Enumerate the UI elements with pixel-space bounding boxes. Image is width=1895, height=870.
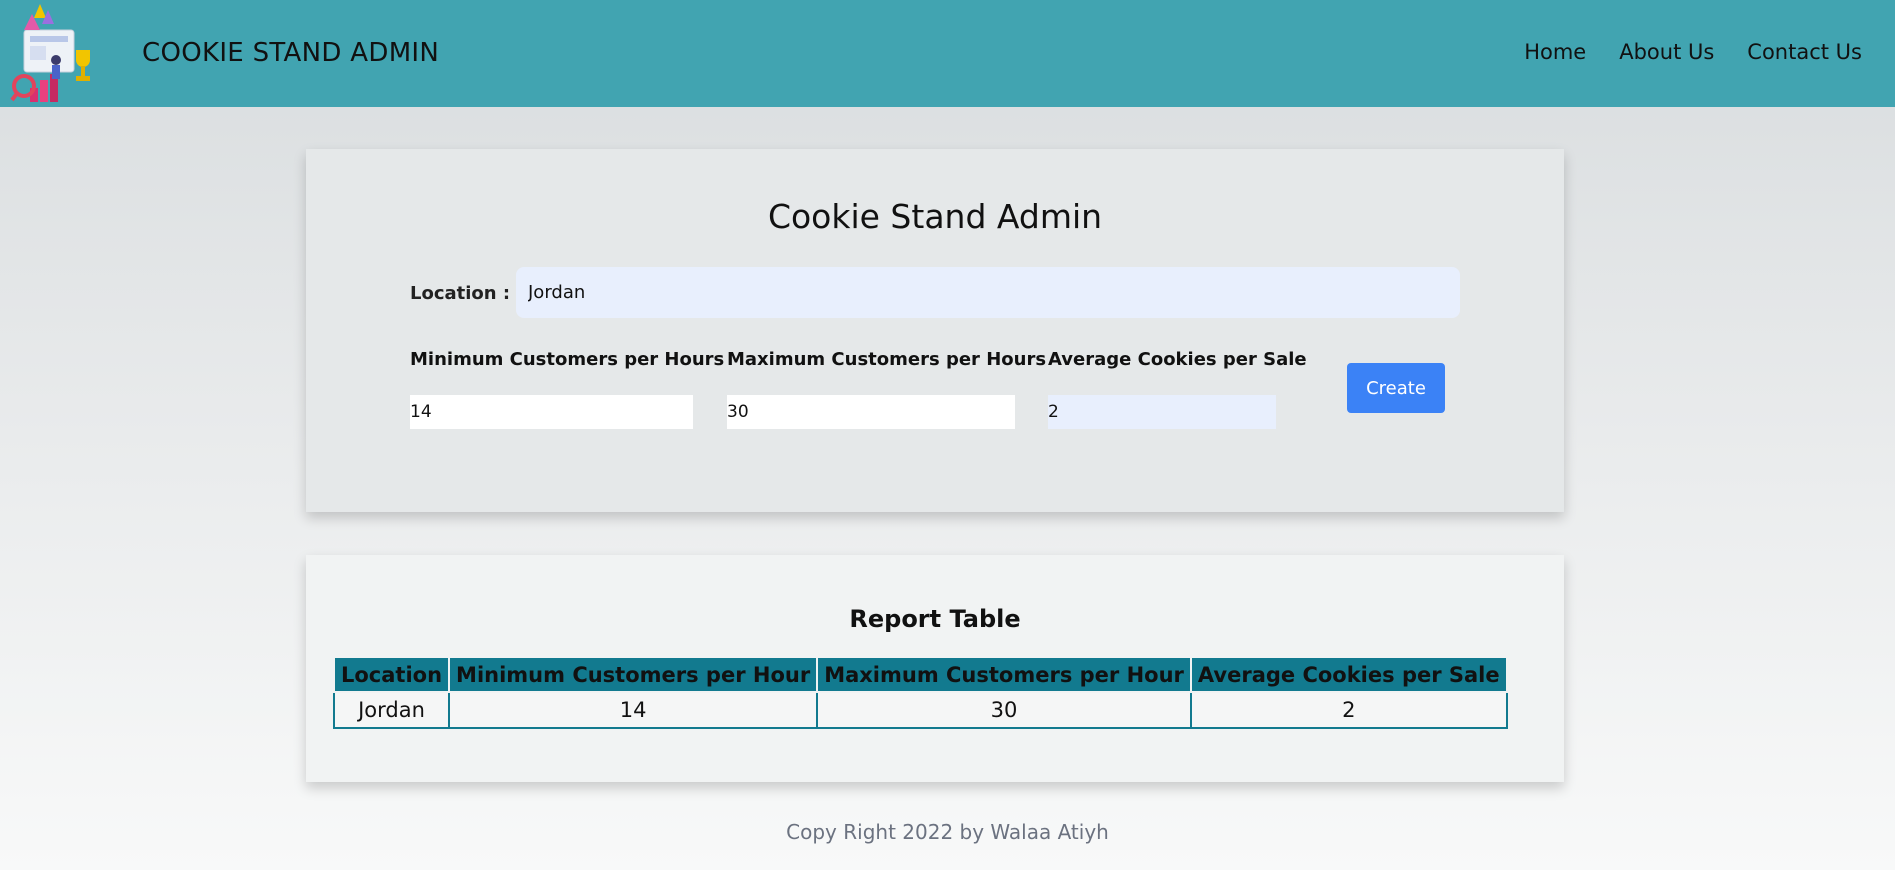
location-input[interactable] (516, 267, 1460, 318)
cell-location: Jordan (332, 691, 451, 729)
report-title: Report Table (849, 605, 1021, 633)
column-header-min-customers: Minimum Customers per Hour (448, 656, 819, 693)
column-header-max-customers: Maximum Customers per Hour (816, 656, 1192, 693)
report-table: Location Minimum Customers per Hour Maxi… (332, 656, 1508, 729)
top-header: COOKIE STAND ADMIN Home About Us Contact… (0, 0, 1895, 107)
report-card: Report Table Location Minimum Customers … (306, 555, 1564, 782)
cell-min-customers: 14 (448, 691, 819, 729)
footer-copyright: Copy Right 2022 by Walaa Atiyh (786, 820, 1109, 844)
avg-cookies-input[interactable] (1048, 395, 1276, 429)
table-header-row: Location Minimum Customers per Hour Maxi… (332, 656, 1508, 693)
column-header-location: Location (332, 656, 451, 693)
create-button[interactable]: Create (1347, 363, 1445, 413)
create-stand-form: Cookie Stand Admin Location : Minimum Cu… (306, 149, 1564, 512)
nav-home-link[interactable]: Home (1524, 40, 1586, 64)
cell-avg-cookies: 2 (1189, 691, 1508, 729)
brand-title: COOKIE STAND ADMIN (142, 38, 440, 68)
nav-about-link[interactable]: About Us (1619, 40, 1714, 64)
max-customers-label: Maximum Customers per Hours (727, 349, 1047, 370)
main-nav: Home About Us Contact Us (1524, 40, 1862, 64)
cell-max-customers: 30 (816, 691, 1192, 729)
min-customers-label: Minimum Customers per Hours (410, 349, 725, 370)
location-label: Location : (410, 283, 511, 304)
max-customers-input[interactable] (727, 395, 1015, 429)
table-row: Jordan 14 30 2 (332, 691, 1508, 729)
nav-contact-link[interactable]: Contact Us (1747, 40, 1862, 64)
column-header-avg-cookies: Average Cookies per Sale (1189, 656, 1508, 693)
form-title: Cookie Stand Admin (767, 197, 1103, 236)
min-customers-input[interactable] (410, 395, 693, 429)
analytics-logo-icon[interactable] (10, 0, 96, 107)
avg-cookies-label: Average Cookies per Sale (1048, 349, 1307, 370)
